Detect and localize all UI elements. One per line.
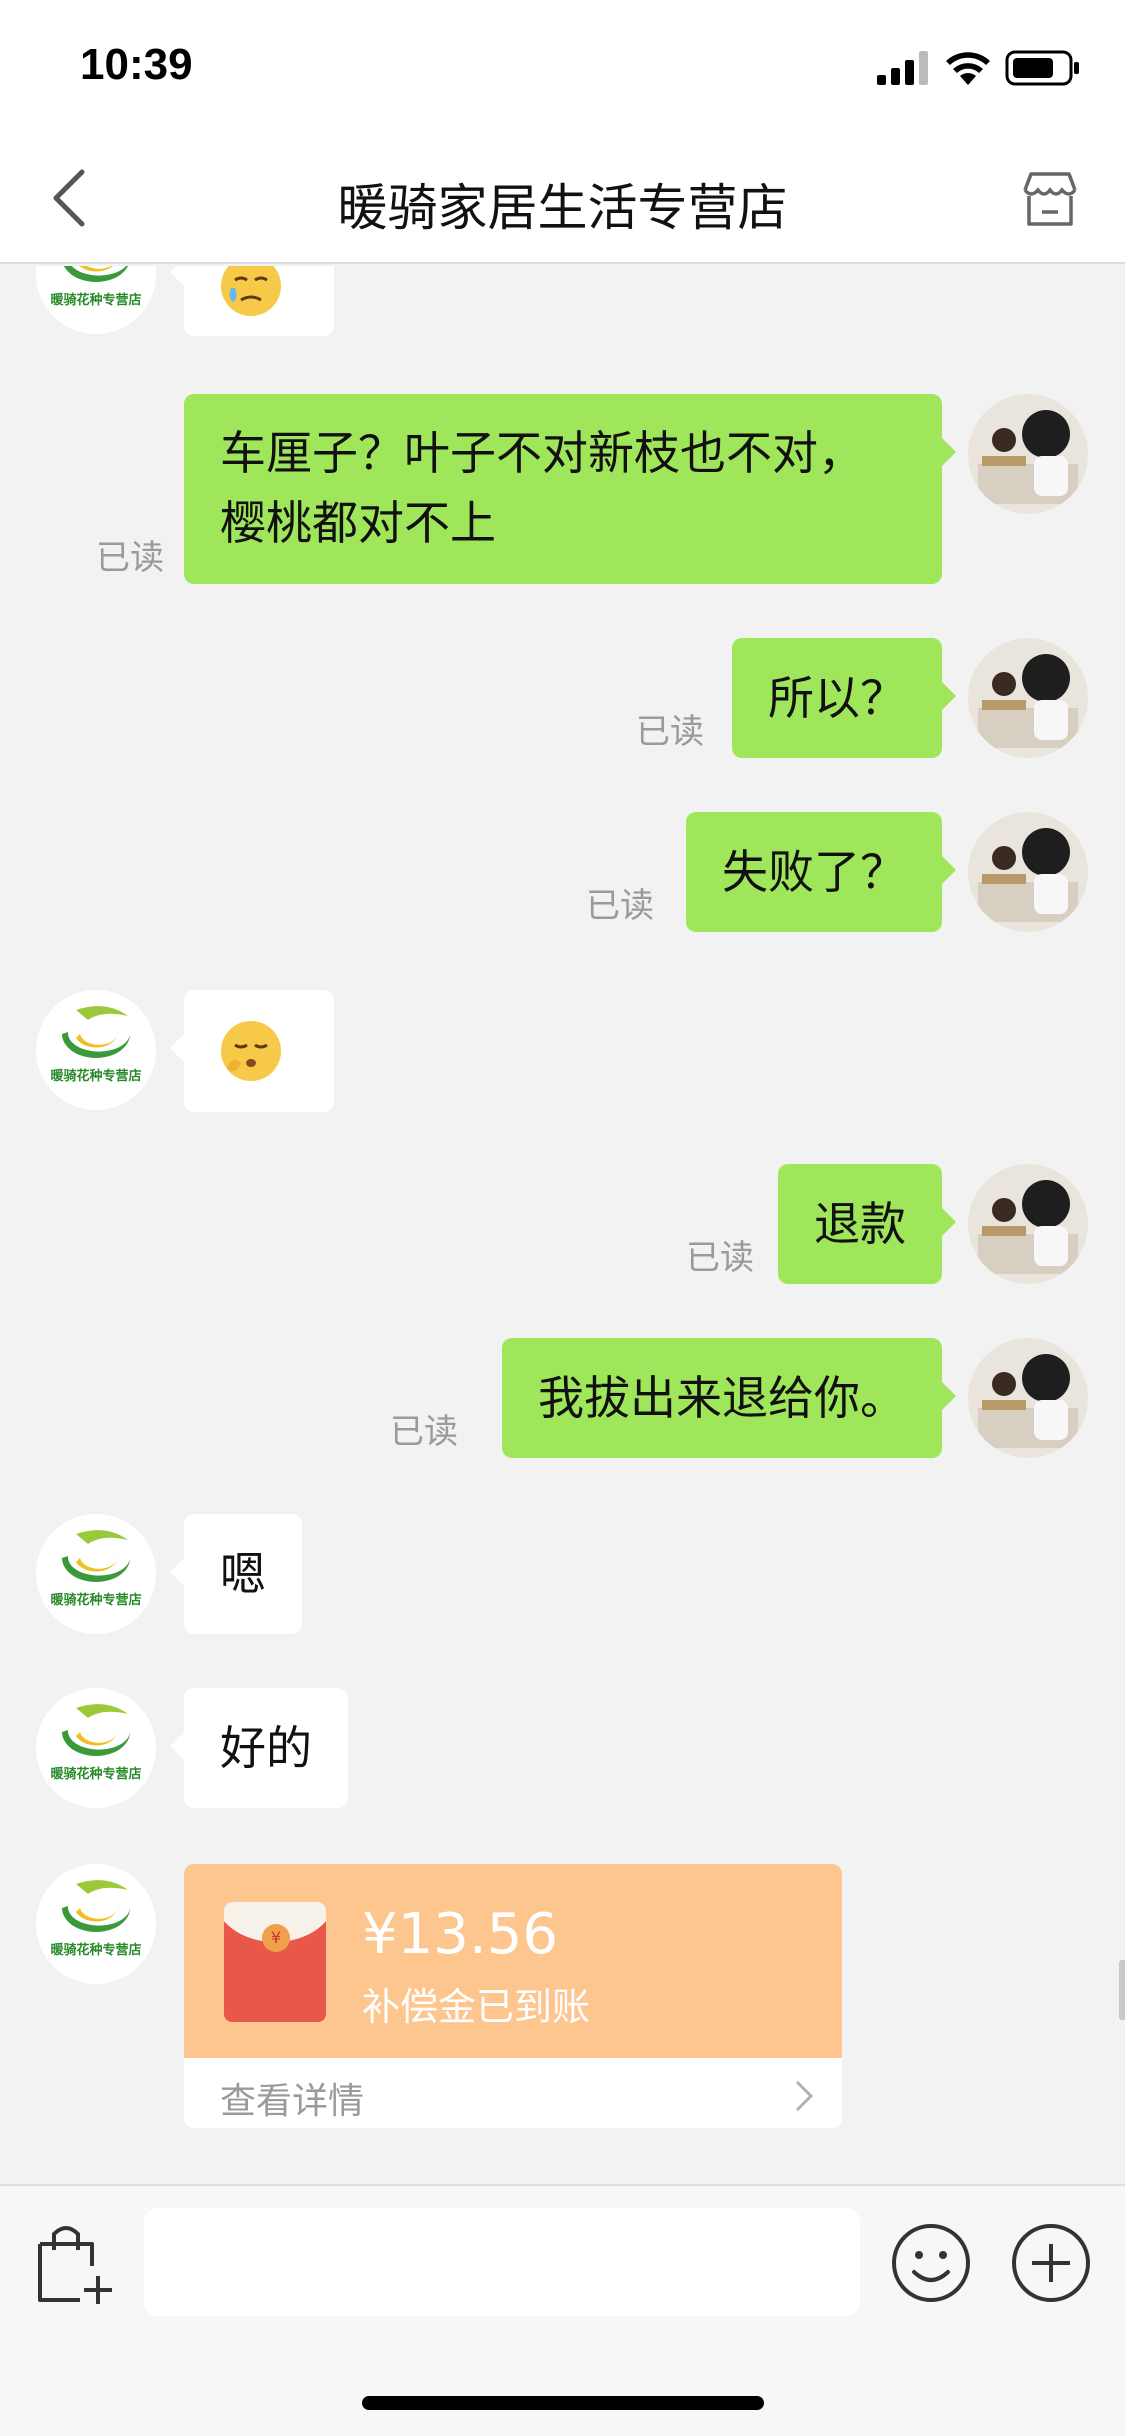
message-text: 失败了？ xyxy=(722,845,906,899)
shop-logo-text: 暖骑花种专营店 xyxy=(50,1068,141,1084)
red-packet-header: ¥ ¥13.56 补偿金已到账 xyxy=(184,1864,842,2058)
shop-logo-text: 暖骑花种专营店 xyxy=(50,1592,141,1608)
emoji-face-icon[interactable] xyxy=(890,2222,972,2304)
shop-logo-text: 暖骑花种专营店 xyxy=(50,1766,141,1782)
status-bar: 10:39 xyxy=(0,0,1125,132)
shushing-face-icon xyxy=(221,1021,281,1081)
home-indicator[interactable] xyxy=(362,2396,764,2410)
read-receipt: 已读 xyxy=(686,1238,754,1278)
my-avatar[interactable] xyxy=(968,812,1088,932)
shop-avatar[interactable]: 暖骑花种专营店 xyxy=(36,266,156,334)
my-avatar[interactable] xyxy=(968,1338,1088,1458)
message-text-line: 樱桃都对不上 xyxy=(220,496,496,550)
store-icon[interactable] xyxy=(1019,168,1081,230)
outgoing-message-bubble[interactable]: 车厘子？叶子不对新枝也不对， 樱桃都对不上 xyxy=(184,394,956,584)
my-avatar[interactable] xyxy=(968,1164,1088,1284)
outgoing-message-bubble[interactable]: 我拔出来退给你。 xyxy=(502,1338,956,1458)
view-details-link[interactable]: 查看详情 xyxy=(220,2072,364,2124)
cellular-signal-icon xyxy=(877,51,928,85)
message-text: 所以？ xyxy=(768,671,906,725)
red-packet-amount: ¥13.56 xyxy=(362,1902,558,1967)
red-packet-subtitle: 补偿金已到账 xyxy=(362,1985,591,2029)
status-time: 10:39 xyxy=(80,40,193,89)
status-icons xyxy=(877,50,1081,86)
red-envelope-icon: ¥ xyxy=(224,1902,326,2022)
chat-header: 暖骑家居生活专营店 xyxy=(0,132,1125,264)
plus-circle-icon[interactable] xyxy=(1010,2222,1092,2304)
compensation-red-packet-card[interactable]: ¥ ¥13.56 补偿金已到账 查看详情 xyxy=(184,1864,842,2128)
crying-face-icon xyxy=(221,266,281,316)
shop-avatar[interactable]: 暖骑花种专营店 xyxy=(36,1688,156,1808)
envelope-coin: ¥ xyxy=(262,1924,290,1952)
message-text: 我拔出来退给你。 xyxy=(538,1371,906,1425)
outgoing-message-bubble[interactable]: 失败了？ xyxy=(686,812,956,932)
outgoing-message-bubble[interactable]: 退款 xyxy=(778,1164,956,1284)
chat-message-list[interactable]: 暖骑花种专营店 车厘子？叶子不对新枝也不对， 樱桃都对不上 已读 所以？ 已读 … xyxy=(0,266,1125,2184)
read-receipt: 已读 xyxy=(390,1412,458,1452)
message-text: 退款 xyxy=(814,1197,906,1251)
chevron-right-icon xyxy=(795,2080,814,2112)
edge-handle[interactable] xyxy=(1119,1960,1125,2020)
incoming-message-bubble[interactable]: 嗯 xyxy=(170,1514,302,1634)
shop-logo-text: 暖骑花种专营店 xyxy=(50,292,141,308)
message-text-input[interactable] xyxy=(144,2208,860,2316)
incoming-message-bubble[interactable]: 好的 xyxy=(170,1688,348,1808)
shopping-bag-add-icon[interactable] xyxy=(34,2220,118,2306)
read-receipt: 已读 xyxy=(586,886,654,926)
shop-avatar[interactable]: 暖骑花种专营店 xyxy=(36,990,156,1110)
shop-logo-text: 暖骑花种专营店 xyxy=(50,1942,141,1958)
my-avatar[interactable] xyxy=(968,394,1088,514)
outgoing-message-bubble[interactable]: 所以？ xyxy=(732,638,956,758)
message-text: 好的 xyxy=(220,1721,312,1775)
emoji-message-bubble[interactable] xyxy=(170,990,334,1112)
read-receipt: 已读 xyxy=(636,712,704,752)
shop-avatar[interactable]: 暖骑花种专营店 xyxy=(36,1514,156,1634)
shop-title: 暖骑家居生活专营店 xyxy=(337,179,788,237)
emoji-message-bubble[interactable] xyxy=(170,266,334,336)
read-receipt: 已读 xyxy=(96,538,164,578)
shop-avatar[interactable]: 暖骑花种专营店 xyxy=(36,1864,156,1984)
message-text: 嗯 xyxy=(220,1547,266,1601)
battery-icon xyxy=(1005,50,1079,86)
message-text-line: 车厘子？叶子不对新枝也不对， xyxy=(220,426,864,480)
wifi-icon xyxy=(946,52,990,85)
my-avatar[interactable] xyxy=(968,638,1088,758)
